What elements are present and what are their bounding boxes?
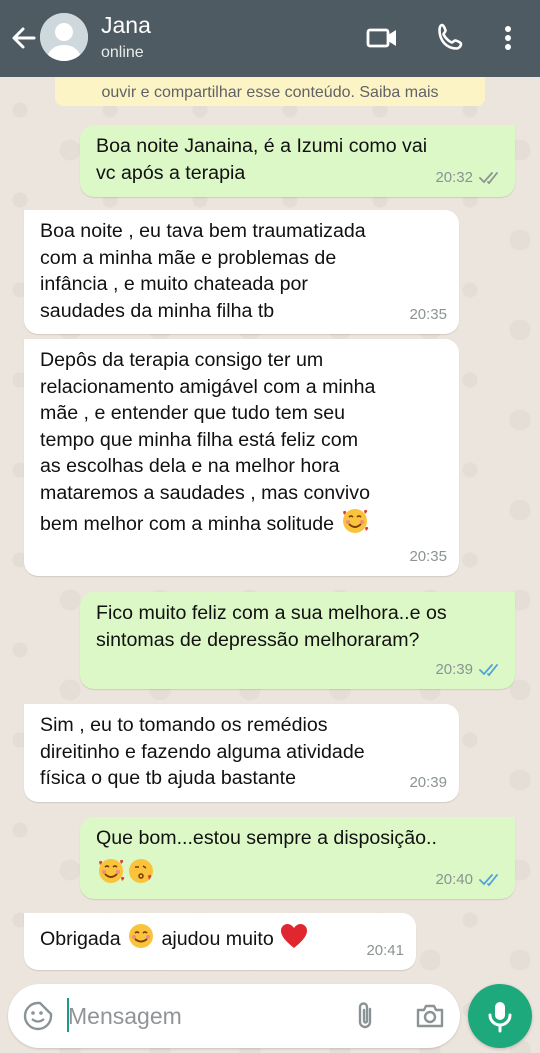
notice-text: ouvir e compartilhar esse conteúdo. Saib…	[101, 84, 439, 101]
message-time: 20:32	[435, 168, 473, 186]
message-time: 20:39	[409, 773, 447, 791]
smiling-face-emoji	[129, 924, 154, 948]
message-composer	[8, 984, 460, 1048]
message-text: Fico muito feliz com a sua melhora..e os…	[96, 602, 447, 651]
message-text-part: Obrigada	[40, 928, 121, 950]
message-bubble-incoming[interactable]: Boa noite , eu tava bem traumatizada com…	[24, 210, 459, 334]
more-options-icon[interactable]	[494, 22, 522, 54]
message-time: 20:35	[409, 305, 447, 323]
message-bubble-outgoing[interactable]: Boa noite Janaina, é a Izumi como vai vc…	[80, 125, 515, 197]
message-text-body: Depôs da terapia consigo ter um relacion…	[40, 349, 376, 535]
chat-header: Jana online	[0, 0, 540, 77]
double-check-read-icon	[479, 171, 498, 185]
attach-paperclip-icon[interactable]	[350, 1000, 382, 1032]
double-check-read-icon	[479, 873, 498, 887]
mic-icon	[488, 1002, 512, 1033]
double-check-read-icon	[479, 663, 498, 677]
message-bubble-incoming[interactable]: Sim , eu to tomando os remédios direitin…	[24, 704, 459, 802]
message-bubble-outgoing[interactable]: Fico muito feliz com a sua melhora..e os…	[80, 592, 515, 689]
message-text-part: ajudou muito	[161, 928, 274, 950]
message-text: Que bom...estou sempre a disposição..	[96, 827, 437, 849]
message-bubble-incoming[interactable]: Obrigada ajudou muito 20:41	[24, 913, 416, 970]
message-text: Sim , eu to tomando os remédios direitin…	[40, 714, 365, 789]
contact-status: online	[101, 44, 144, 61]
message-text: Depôs da terapia consigo ter um relacion…	[40, 347, 459, 538]
message-text: Obrigada ajudou muito	[40, 921, 416, 953]
message-time: 20:35	[409, 547, 447, 565]
avatar[interactable]	[40, 13, 88, 61]
video-call-icon[interactable]	[366, 22, 398, 54]
voice-message-button[interactable]	[468, 984, 532, 1048]
message-input[interactable]	[68, 998, 338, 1034]
red-heart-emoji	[281, 924, 308, 948]
emoji-sticker-icon[interactable]	[22, 1000, 54, 1032]
face-blowing-kiss-emoji	[129, 858, 153, 883]
message-time: 20:41	[366, 941, 404, 959]
phone-call-icon[interactable]	[434, 22, 466, 54]
contact-name[interactable]: Jana	[101, 12, 151, 39]
back-arrow-icon[interactable]	[8, 22, 38, 54]
message-time: 20:40	[435, 870, 473, 888]
camera-icon[interactable]	[414, 1000, 446, 1032]
smiling-face-with-hearts-emoji	[99, 858, 125, 883]
message-time: 20:39	[435, 660, 473, 678]
smiling-face-with-hearts-emoji	[342, 509, 368, 533]
message-text: Boa noite , eu tava bem traumatizada com…	[40, 220, 366, 322]
message-bubble-outgoing[interactable]: Que bom...estou sempre a disposição.. 20…	[80, 817, 515, 899]
avatar-placeholder-icon	[40, 13, 88, 61]
message-bubble-incoming[interactable]: Depôs da terapia consigo ter um relacion…	[24, 339, 459, 576]
